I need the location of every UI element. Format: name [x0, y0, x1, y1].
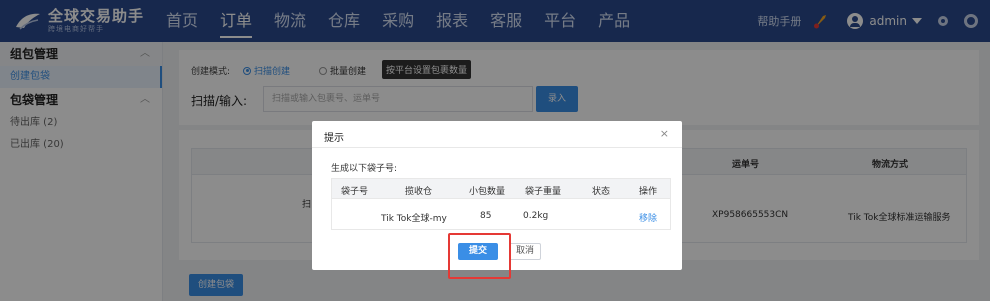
- cell-count: 85: [480, 211, 492, 221]
- divider: [312, 147, 682, 148]
- remove-link[interactable]: 移除: [639, 211, 657, 224]
- dialog-title: 提示: [324, 133, 344, 144]
- col-warehouse: 揽收仓: [405, 187, 433, 197]
- cell-warehouse: Tik Tok全球-my: [381, 214, 447, 224]
- col-count: 小包数量: [469, 187, 506, 197]
- col-weight: 袋子重量: [525, 187, 562, 197]
- col-status: 状态: [592, 187, 611, 197]
- close-icon[interactable]: ×: [660, 127, 669, 140]
- cancel-button[interactable]: 取消: [509, 243, 541, 260]
- bag-result-table: 袋子号 揽收仓 小包数量 袋子重量 状态 操作 Tik Tok全球-my 85 …: [331, 178, 671, 230]
- highlight-box: [448, 233, 511, 279]
- dialog-subtitle: 生成以下袋子号:: [331, 164, 398, 174]
- col-action: 操作: [639, 187, 658, 197]
- cell-weight: 0.2kg: [523, 211, 549, 221]
- col-bag-no: 袋子号: [341, 187, 369, 197]
- table-header: 袋子号 揽收仓 小包数量 袋子重量 状态 操作: [332, 179, 670, 199]
